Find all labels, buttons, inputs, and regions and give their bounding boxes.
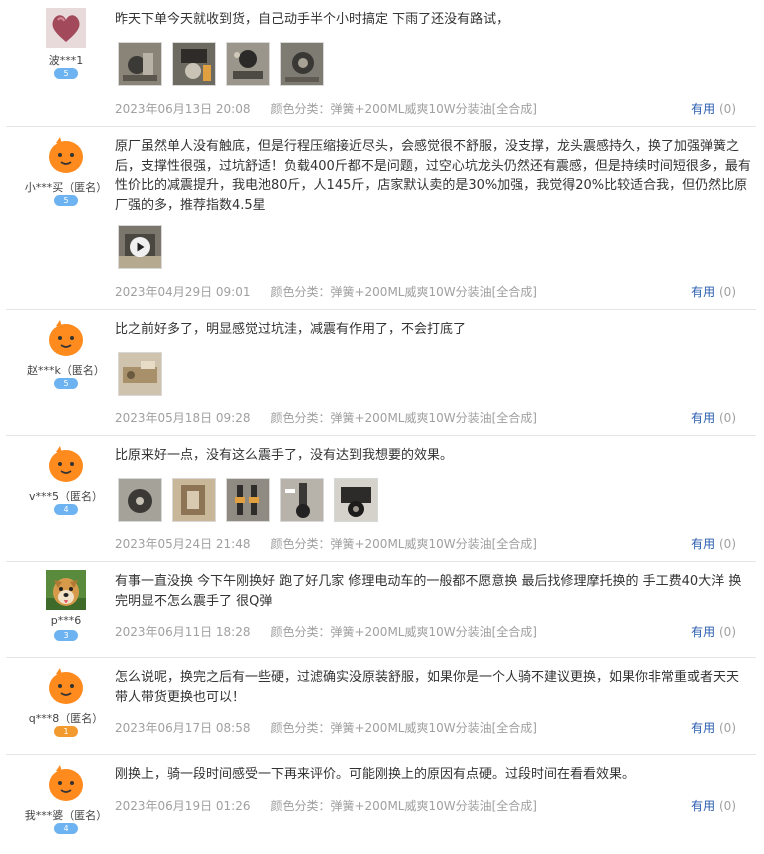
review-image-thumbnail[interactable] [118,478,162,522]
useful-label[interactable]: 有用 [691,411,715,425]
review-item: 小***买（匿名） 5 原厂虽然单人没有触底，但是行程压缩接近尽头，会感觉很不舒… [6,127,756,310]
review-date: 2023年06月19日 01:26 [115,799,251,813]
useful-count: (0) [719,537,736,551]
review-item: 波***1 5 昨天下单今天就收到货，自己动手半个小时搞定 下雨了还没有路试， … [6,0,756,127]
sku-info: 颜色分类：弹簧+200ML威爽10W分装油[全合成] [270,625,537,639]
diamond-level-icon: 5 [54,195,78,206]
review-image-thumbnail[interactable] [280,42,324,86]
review-text: 昨天下单今天就收到货，自己动手半个小时搞定 下雨了还没有路试， [115,12,510,27]
sku-info: 颜色分类：弹簧+200ML威爽10W分装油[全合成] [270,799,537,813]
review-meta: 2023年06月13日 20:08 颜色分类：弹簧+200ML威爽10W分装油[全… [115,100,537,117]
useful-button[interactable]: 有用 (0) [691,283,736,300]
sku-info: 颜色分类：弹簧+200ML威爽10W分装油[全合成] [270,102,537,116]
useful-label[interactable]: 有用 [691,285,715,299]
review-image-thumbnail[interactable] [226,42,270,86]
username: 小***买（匿名） [24,181,108,194]
sku-info: 颜色分类：弹簧+200ML威爽10W分装油[全合成] [270,411,537,425]
review-text: 比原来好一点，没有这么震手了，没有达到我想要的效果。 [115,448,454,463]
heart-level-icon: 1 [54,726,78,737]
diamond-level-icon: 5 [54,378,78,389]
username: p***6 [50,614,82,627]
diamond-level-icon: 4 [54,504,78,515]
review-item: v***5（匿名） 4 比原来好一点，没有这么震手了，没有达到我想要的效果。 2… [6,436,756,562]
useful-label[interactable]: 有用 [691,625,715,639]
sku-info: 颜色分类：弹簧+200ML威爽10W分装油[全合成] [270,537,537,551]
review-image-thumbnail[interactable] [280,478,324,522]
useful-button[interactable]: 有用 (0) [691,409,736,426]
diamond-level-icon: 4 [54,823,78,834]
review-image-thumbnail[interactable] [172,478,216,522]
username: 我***婆（匿名） [24,809,108,822]
review-item: p***6 3 有事一直没换 今下午刚换好 跑了好几家 修理电动车的一般都不愿意… [6,562,756,658]
username: q***8（匿名） [28,712,104,725]
review-meta: 2023年05月18日 09:28 颜色分类：弹簧+200ML威爽10W分装油[全… [115,409,537,426]
useful-count: (0) [719,799,736,813]
sku-info: 颜色分类：弹簧+200ML威爽10W分装油[全合成] [270,285,537,299]
sku-info: 颜色分类：弹簧+200ML威爽10W分装油[全合成] [270,721,537,735]
useful-count: (0) [719,625,736,639]
useful-button[interactable]: 有用 (0) [691,100,736,117]
review-date: 2023年05月24日 21:48 [115,537,251,551]
review-text: 比之前好多了，明显感觉过坑洼，减震有作用了，不会打底了 [115,322,467,337]
review-image-thumbnail[interactable] [172,42,216,86]
review-item: 赵***k（匿名） 5 比之前好多了，明显感觉过坑洼，减震有作用了，不会打底了 … [6,310,756,436]
review-image-thumbnail[interactable] [334,478,378,522]
username: v***5（匿名） [28,490,103,503]
useful-button[interactable]: 有用 (0) [691,719,736,736]
avatar[interactable] [46,666,86,706]
useful-count: (0) [719,102,736,116]
useful-label[interactable]: 有用 [691,721,715,735]
review-date: 2023年04月29日 09:01 [115,285,251,299]
avatar[interactable] [46,570,86,610]
useful-label[interactable]: 有用 [691,799,715,813]
review-text: 刚换上，骑一段时间感受一下再来评价。可能刚换上的原因有点硬。过段时间在看看效果。 [115,767,636,782]
review-item: 我***婆（匿名） 4 刚换上，骑一段时间感受一下再来评价。可能刚换上的原因有点… [6,755,756,853]
review-date: 2023年06月11日 18:28 [115,625,251,639]
review-meta: 2023年05月24日 21:48 颜色分类：弹簧+200ML威爽10W分装油[全… [115,535,537,552]
review-date: 2023年05月18日 09:28 [115,411,251,425]
useful-count: (0) [719,285,736,299]
review-text: 怎么说呢，换完之后有一些硬，过滤确实没原装舒服，如果你是一个人骑不建议更换，如果… [115,670,740,705]
useful-count: (0) [719,721,736,735]
useful-button[interactable]: 有用 (0) [691,623,736,640]
review-meta: 2023年06月17日 08:58 颜色分类：弹簧+200ML威爽10W分装油[全… [115,719,537,736]
review-image-thumbnail[interactable] [226,478,270,522]
review-meta: 2023年04月29日 09:01 颜色分类：弹簧+200ML威爽10W分装油[全… [115,283,537,300]
review-date: 2023年06月17日 08:58 [115,721,251,735]
review-image-thumbnail[interactable] [118,42,162,86]
review-item: q***8（匿名） 1 怎么说呢，换完之后有一些硬，过滤确实没原装舒服，如果你是… [6,658,756,755]
avatar[interactable] [46,8,86,48]
review-meta: 2023年06月11日 18:28 颜色分类：弹簧+200ML威爽10W分装油[全… [115,623,537,640]
review-list: 波***1 5 昨天下单今天就收到货，自己动手半个小时搞定 下雨了还没有路试， … [0,0,764,854]
diamond-level-icon: 3 [54,630,78,641]
useful-button[interactable]: 有用 (0) [691,797,736,814]
play-icon[interactable] [129,236,151,258]
username: 波***1 [48,54,84,67]
avatar[interactable] [46,318,86,358]
avatar[interactable] [46,763,86,803]
review-text: 有事一直没换 今下午刚换好 跑了好几家 修理电动车的一般都不愿意换 最后找修理摩… [115,574,742,609]
avatar[interactable] [46,135,86,175]
useful-count: (0) [719,411,736,425]
username: 赵***k（匿名） [27,364,105,377]
diamond-level-icon: 5 [54,68,78,79]
review-image-thumbnail[interactable] [118,352,162,396]
useful-label[interactable]: 有用 [691,102,715,116]
avatar[interactable] [46,444,86,484]
review-date: 2023年06月13日 20:08 [115,102,251,116]
review-text: 原厂虽然单人没有触底，但是行程压缩接近尽头，会感觉很不舒服，没支撑，龙头震感持久… [115,139,751,213]
review-meta: 2023年06月19日 01:26 颜色分类：弹簧+200ML威爽10W分装油[全… [115,797,537,814]
useful-button[interactable]: 有用 (0) [691,535,736,552]
useful-label[interactable]: 有用 [691,537,715,551]
